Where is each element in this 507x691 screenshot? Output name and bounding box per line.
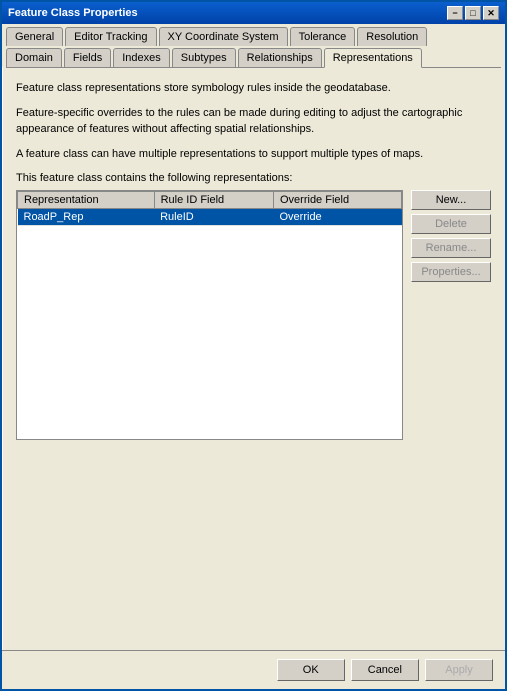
cancel-button[interactable]: Cancel	[351, 659, 419, 681]
window-title: Feature Class Properties	[8, 7, 138, 19]
delete-button[interactable]: Delete	[411, 214, 491, 234]
col-header-representation: Representation	[18, 192, 155, 209]
maximize-button[interactable]: □	[465, 6, 481, 20]
col-header-override: Override Field	[274, 192, 402, 209]
bottom-bar: OK Cancel Apply	[2, 650, 505, 689]
representations-table-container: Representation Rule ID Field Override Fi…	[16, 190, 403, 440]
section-label: This feature class contains the followin…	[16, 172, 491, 184]
tab-xy-coordinate[interactable]: XY Coordinate System	[159, 27, 288, 46]
tab-domain[interactable]: Domain	[6, 48, 62, 67]
title-bar-buttons: − □ ✕	[447, 6, 499, 20]
table-header-row: Representation Rule ID Field Override Fi…	[18, 192, 402, 209]
col-header-rule-id: Rule ID Field	[154, 192, 273, 209]
tab-relationships[interactable]: Relationships	[238, 48, 322, 67]
rename-button[interactable]: Rename...	[411, 238, 491, 258]
main-window: Feature Class Properties − □ ✕ General E…	[0, 0, 507, 691]
tabs-row1: General Editor Tracking XY Coordinate Sy…	[2, 24, 505, 68]
minimize-button[interactable]: −	[447, 6, 463, 20]
side-buttons-panel: New... Delete Rename... Properties...	[411, 190, 491, 282]
properties-button[interactable]: Properties...	[411, 262, 491, 282]
cell-override: Override	[274, 209, 402, 226]
title-bar: Feature Class Properties − □ ✕	[2, 2, 505, 24]
description1: Feature class representations store symb…	[16, 80, 491, 97]
tab-representations[interactable]: Representations	[324, 48, 422, 68]
content-area: Feature class representations store symb…	[2, 68, 505, 650]
description2: Feature-specific overrides to the rules …	[16, 105, 491, 138]
tab-tolerance[interactable]: Tolerance	[290, 27, 356, 46]
tab-indexes[interactable]: Indexes	[113, 48, 170, 67]
table-and-buttons: Representation Rule ID Field Override Fi…	[16, 190, 491, 440]
cell-representation: RoadP_Rep	[18, 209, 155, 226]
description3: A feature class can have multiple repres…	[16, 146, 491, 163]
new-button[interactable]: New...	[411, 190, 491, 210]
cell-rule-id: RuleID	[154, 209, 273, 226]
tab-editor-tracking[interactable]: Editor Tracking	[65, 27, 156, 46]
tab-fields[interactable]: Fields	[64, 48, 111, 67]
tab-subtypes[interactable]: Subtypes	[172, 48, 236, 67]
representations-table: Representation Rule ID Field Override Fi…	[17, 191, 402, 226]
close-button[interactable]: ✕	[483, 6, 499, 20]
ok-button[interactable]: OK	[277, 659, 345, 681]
tab-resolution[interactable]: Resolution	[357, 27, 427, 46]
apply-button[interactable]: Apply	[425, 659, 493, 681]
tab-general[interactable]: General	[6, 27, 63, 46]
table-row[interactable]: RoadP_Rep RuleID Override	[18, 209, 402, 226]
